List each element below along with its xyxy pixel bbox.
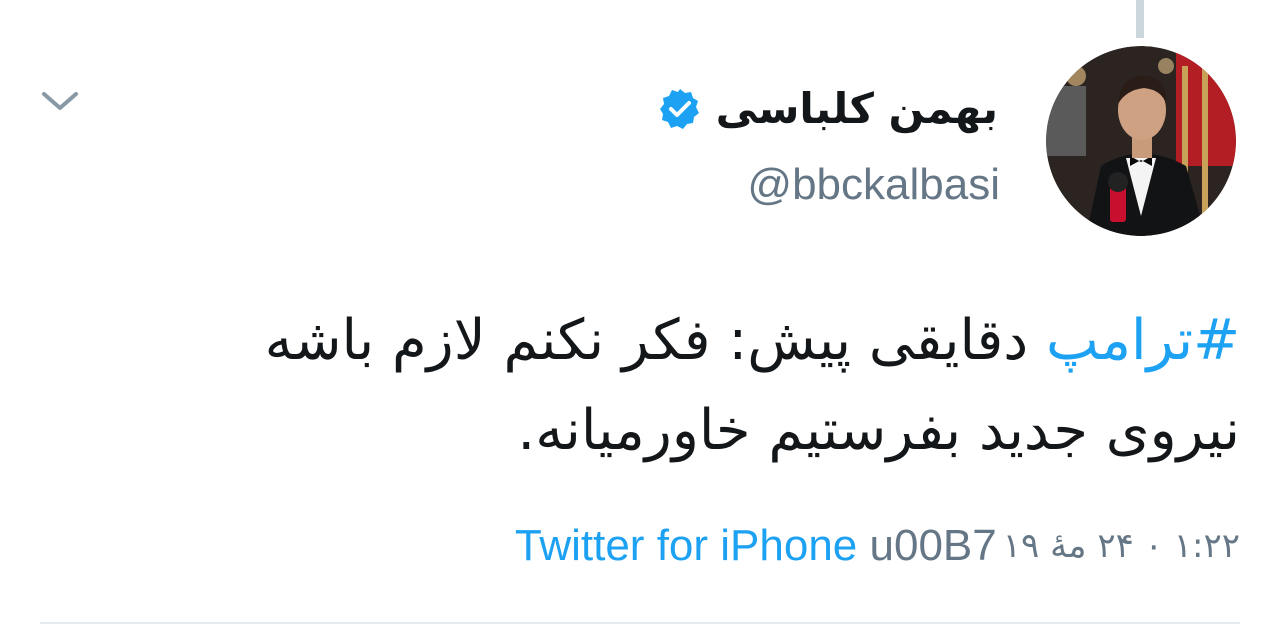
tweet-body: #ترامپ دقایقی پیش: فکر نکنم لازم باشه نی… [60, 296, 1240, 476]
author-display-name[interactable]: بهمن کلباسی [716, 82, 998, 136]
avatar[interactable] [1046, 46, 1236, 236]
meta-separator [857, 521, 869, 571]
divider [40, 622, 1240, 624]
tweet-meta: Twitter for iPhone u00B7 ۱:۲۲ ۰ ۲۴ مهٔ ۱… [515, 516, 1240, 576]
tweet-detail: بهمن کلباسی @bbckalbasi #ترامپ دقایقی پی… [0, 0, 1280, 636]
verified-badge-icon [658, 87, 702, 131]
hashtag-link[interactable]: #ترامپ [1046, 308, 1240, 373]
source-link[interactable]: Twitter for iPhone [515, 521, 857, 571]
tweet-timestamp[interactable]: ۱:۲۲ ۰ ۲۴ مهٔ ۱۹ [1003, 526, 1240, 566]
author-handle[interactable]: @bbckalbasi [747, 158, 1000, 212]
chevron-down-icon[interactable] [36, 80, 84, 120]
tweet-text-line2: نیروی جدید بفرستیم خاورمیانه. [517, 398, 1240, 463]
meta-separator-text: u00B7 [869, 521, 997, 570]
author-name-row[interactable]: بهمن کلباسی [658, 82, 998, 136]
tweet-text-line1: دقایقی پیش: فکر نکنم لازم باشه [264, 308, 1047, 373]
thread-connector-line [1136, 0, 1144, 38]
